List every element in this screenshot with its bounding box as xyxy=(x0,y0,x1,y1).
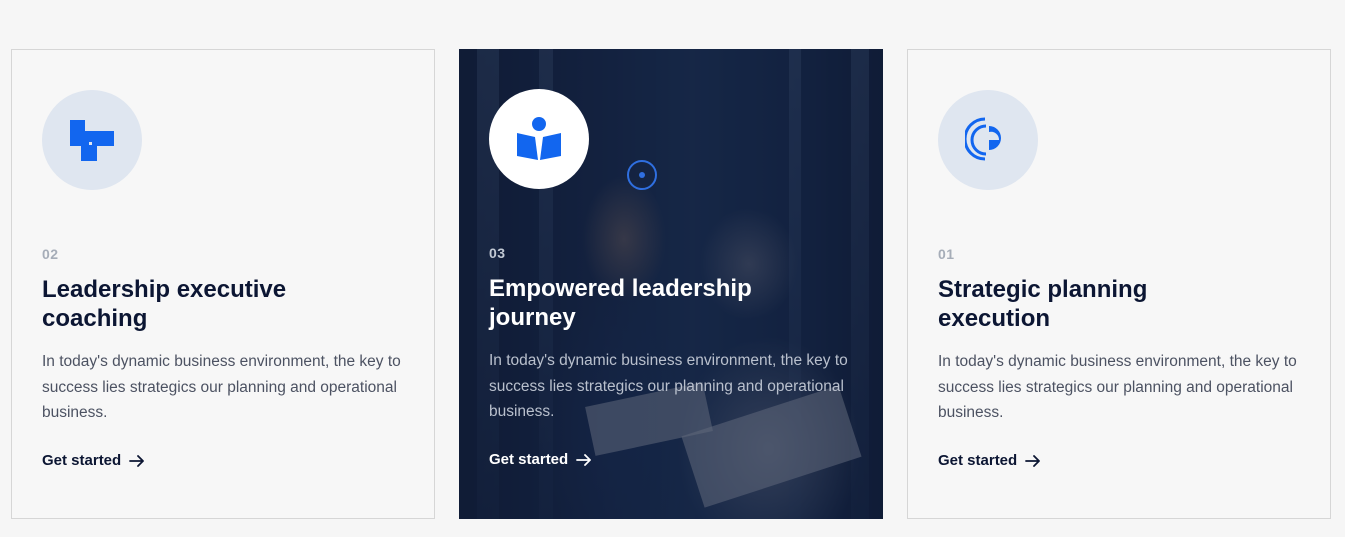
focus-target-icon xyxy=(627,160,657,190)
service-card-strategic-planning: 01 Strategic planning execution In today… xyxy=(907,49,1331,519)
cta-label: Get started xyxy=(938,452,1018,469)
service-card-empowered-leadership: 03 Empowered leadership journey In today… xyxy=(459,49,883,519)
person-book-icon xyxy=(517,117,561,160)
card-description: In today's dynamic business environment,… xyxy=(489,352,848,420)
card-number: 01 xyxy=(938,246,955,262)
icon-badge xyxy=(489,89,589,189)
icon-badge xyxy=(42,90,142,190)
card-title: Empowered leadership journey xyxy=(489,275,752,331)
icon-badge xyxy=(938,90,1038,190)
card-description: In today's dynamic business environment,… xyxy=(42,353,401,421)
get-started-link[interactable]: Get started xyxy=(938,452,1041,469)
service-card-leadership-coaching: 02 Leadership executive coaching In toda… xyxy=(11,49,435,519)
cta-label: Get started xyxy=(489,451,569,468)
arrow-right-icon xyxy=(576,453,592,466)
card-title: Leadership executive coaching xyxy=(42,276,287,332)
card-number: 03 xyxy=(489,245,506,261)
cta-label: Get started xyxy=(42,452,122,469)
blocks-icon xyxy=(70,120,114,161)
arrow-right-icon xyxy=(1025,454,1041,467)
get-started-link[interactable]: Get started xyxy=(42,452,145,469)
card-number: 02 xyxy=(42,246,59,262)
card-title: Strategic planning execution xyxy=(938,276,1148,332)
arrow-right-icon xyxy=(129,454,145,467)
get-started-link[interactable]: Get started xyxy=(489,451,592,468)
signal-arc-icon xyxy=(965,117,1001,161)
card-description: In today's dynamic business environment,… xyxy=(938,353,1297,421)
